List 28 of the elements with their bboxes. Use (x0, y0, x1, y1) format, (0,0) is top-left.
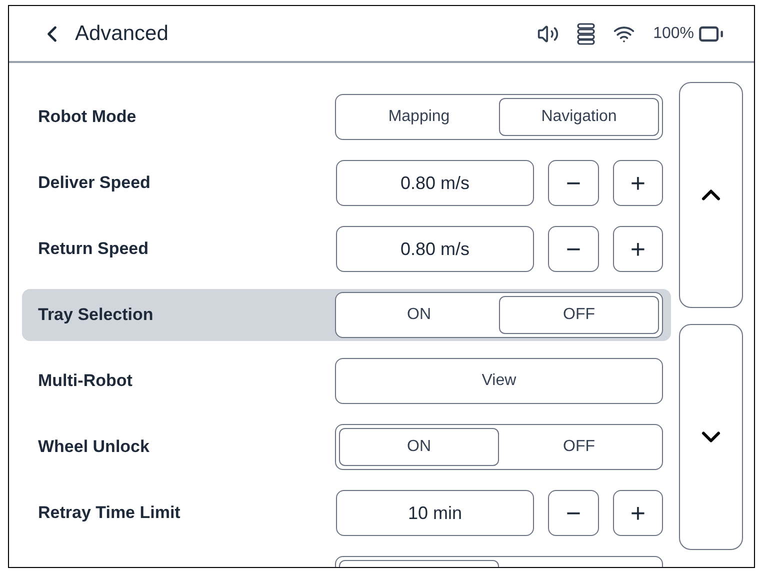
value-field[interactable]: 0.80 m/s (336, 160, 534, 206)
value-field[interactable]: 0.80 m/s (336, 226, 534, 272)
setting-label: Deliver Speed (38, 172, 150, 194)
segment-option[interactable]: ON (339, 428, 499, 466)
minus-button[interactable]: − (548, 160, 599, 206)
segment-option[interactable]: Navigation (499, 98, 659, 136)
segment-option[interactable]: ON (339, 296, 499, 334)
minus-button[interactable]: − (548, 490, 599, 536)
setting-label: Multi-Robot (38, 370, 132, 392)
battery-text: 100% (653, 24, 694, 44)
plus-button[interactable]: + (613, 160, 663, 206)
setting-label: Retray Time Limit (38, 502, 180, 524)
scroll-up-button[interactable] (679, 82, 743, 308)
value-field[interactable]: 10 min (336, 490, 534, 536)
minus-button[interactable]: − (548, 226, 599, 272)
segment-option[interactable]: Mapping (339, 98, 499, 136)
plus-button[interactable]: + (613, 490, 663, 536)
segment-option[interactable]: OFF (499, 296, 659, 334)
segment-option[interactable]: OFF (499, 428, 659, 466)
setting-label: Tray Selection (38, 304, 154, 326)
page-title: Advanced (75, 20, 168, 47)
plus-button[interactable]: + (613, 226, 663, 272)
scroll-down-button[interactable] (679, 324, 743, 550)
setting-label: Return Speed (38, 238, 149, 260)
setting-label: Wheel Unlock (38, 436, 150, 458)
stack-icon (577, 22, 596, 44)
view-button[interactable]: View (335, 358, 663, 404)
setting-label: Robot Mode (38, 106, 136, 128)
